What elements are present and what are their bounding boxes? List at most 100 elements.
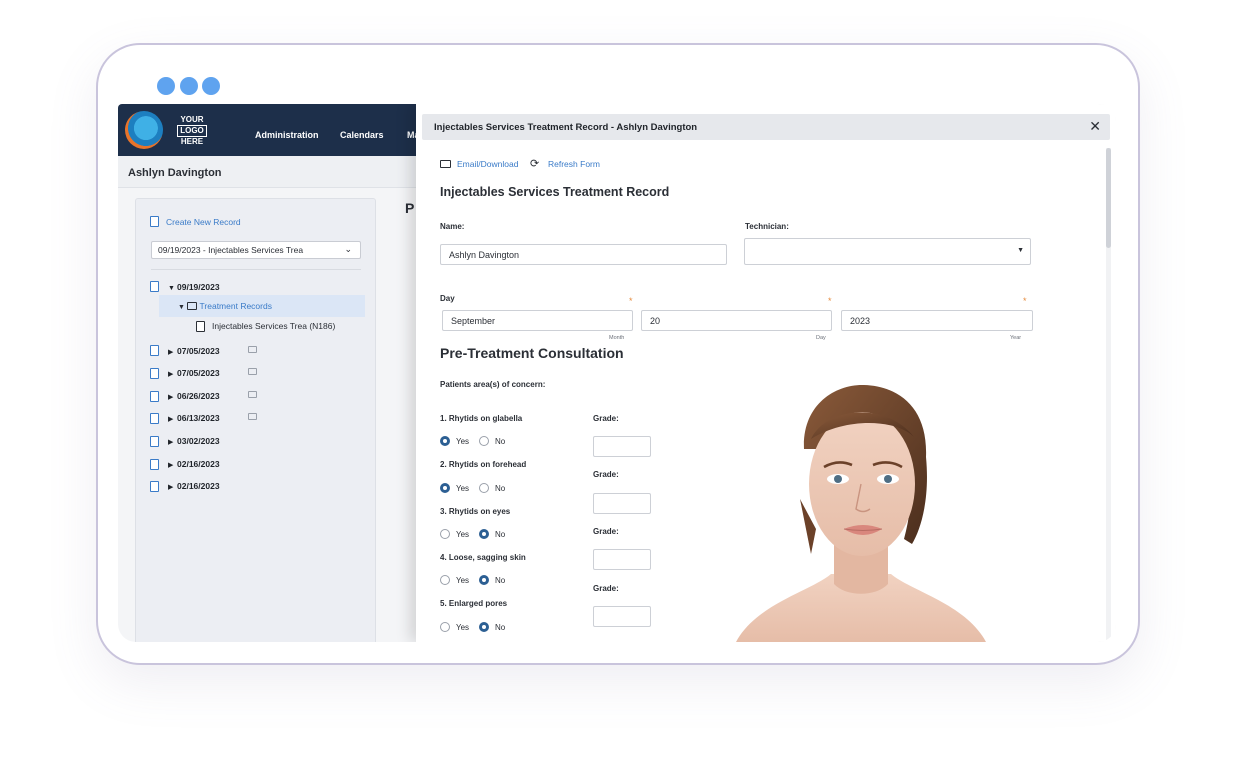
day-field[interactable]: 20 — [641, 310, 832, 331]
create-new-record-link[interactable]: Create New Record — [166, 217, 241, 227]
day-hint: Day — [816, 335, 826, 341]
envelope-icon — [440, 160, 451, 168]
scrollbar-thumb[interactable] — [1106, 148, 1111, 248]
tree-date-node[interactable]: ▶ 02/16/2023 — [168, 459, 220, 469]
no-radio[interactable] — [479, 575, 489, 585]
year-hint: Year — [1010, 335, 1022, 341]
grade-label: Grade: — [593, 584, 619, 593]
caret-down-icon: ▼ — [168, 285, 175, 292]
close-icon[interactable]: ✕ — [1089, 119, 1101, 135]
yes-radio[interactable] — [440, 622, 450, 632]
document-icon — [196, 321, 205, 332]
app-screen: YOUR LOGO HERE Administration Calendars … — [118, 104, 1116, 642]
name-field[interactable]: Ashlyn Davington — [440, 244, 727, 265]
caret-right-icon: ▶ — [168, 439, 174, 446]
document-icon — [150, 481, 159, 492]
question-label: 4. Loose, sagging skin — [440, 553, 526, 562]
refresh-icon: ⟳ — [530, 157, 540, 170]
tree-date-label: 07/05/2023 — [177, 368, 220, 378]
tree-date-node[interactable]: ▶ 07/05/2023 — [168, 346, 220, 356]
portrait-image — [736, 384, 986, 642]
no-radio[interactable] — [479, 529, 489, 539]
document-icon — [150, 436, 159, 447]
yes-radio[interactable] — [440, 575, 450, 585]
modal-title: Injectables Services Treatment Record - … — [434, 122, 698, 133]
month-value: September — [451, 316, 496, 326]
tree-folder-label: Treatment Records — [199, 301, 272, 311]
modal-header: Injectables Services Treatment Record - … — [422, 114, 1110, 140]
monitor-icon — [248, 368, 257, 375]
no-radio[interactable] — [479, 436, 489, 446]
logo-line: YOUR — [180, 115, 204, 124]
tree-date-node[interactable]: ▶ 03/02/2023 — [168, 436, 220, 446]
no-label: No — [495, 530, 506, 539]
caret-right-icon: ▶ — [168, 484, 174, 491]
document-icon — [150, 413, 159, 424]
caret-right-icon: ▶ — [168, 394, 174, 401]
yes-radio[interactable] — [440, 436, 450, 446]
document-icon — [150, 281, 159, 292]
caret-down-icon: ▼ — [178, 304, 185, 311]
technician-select[interactable]: ▼ — [744, 238, 1031, 265]
monitor-icon — [248, 391, 257, 398]
monitor-icon — [248, 346, 257, 353]
yes-radio[interactable] — [440, 483, 450, 493]
no-label: No — [495, 576, 506, 585]
tree-folder-node[interactable]: ▼ Treatment Records — [178, 301, 272, 311]
no-radio[interactable] — [479, 622, 489, 632]
grade-label: Grade: — [593, 414, 619, 423]
top-navbar: YOUR LOGO HERE Administration Calendars … — [118, 104, 420, 156]
form-title: Injectables Services Treatment Record — [440, 185, 670, 199]
year-value: 2023 — [850, 316, 871, 326]
grade-input[interactable] — [593, 549, 651, 570]
record-select-value: 09/19/2023 - Injectables Services Trea — [158, 245, 304, 255]
tree-date-node[interactable]: ▶ 07/05/2023 — [168, 368, 220, 378]
required-marker: * — [629, 296, 633, 306]
caret-right-icon: ▶ — [168, 416, 174, 423]
tree-date-node[interactable]: ▶ 06/26/2023 — [168, 391, 220, 401]
concern-label: Patients area(s) of concern: — [440, 380, 546, 389]
nav-calendars[interactable]: Calendars — [340, 130, 384, 140]
question-label: 5. Enlarged pores — [440, 599, 508, 608]
tree-date-node[interactable]: ▼ 09/19/2023 — [168, 282, 220, 292]
nav-administration[interactable]: Administration — [255, 130, 319, 140]
grade-input[interactable] — [593, 606, 651, 627]
name-value: Ashlyn Davington — [449, 250, 520, 260]
grade-input[interactable] — [593, 436, 651, 457]
tree-date-label: 03/02/2023 — [177, 436, 220, 446]
month-field[interactable]: September — [442, 310, 633, 331]
window-dot — [180, 77, 198, 95]
caret-down-icon: ▼ — [1017, 247, 1024, 254]
logo[interactable]: YOUR LOGO HERE — [176, 115, 208, 147]
patient-header: Ashlyn Davington — [118, 156, 418, 188]
no-radio[interactable] — [479, 483, 489, 493]
tree-date-label: 09/19/2023 — [177, 282, 220, 292]
refresh-form-link[interactable]: Refresh Form — [548, 159, 600, 169]
yes-radio[interactable] — [440, 529, 450, 539]
grade-label: Grade: — [593, 470, 619, 479]
tree-date-label: 06/13/2023 — [177, 413, 220, 423]
record-select[interactable]: 09/19/2023 - Injectables Services Trea ⌄ — [151, 241, 361, 259]
tree-date-node[interactable]: ▶ 06/13/2023 — [168, 413, 220, 423]
caret-right-icon: ▶ — [168, 371, 174, 378]
yes-label: Yes — [456, 437, 470, 446]
patient-name: Ashlyn Davington — [128, 167, 222, 179]
question-label: 1. Rhytids on glabella — [440, 414, 523, 423]
caret-right-icon: ▶ — [168, 349, 174, 356]
tree-date-label: 02/16/2023 — [177, 459, 220, 469]
tree-leaf-node[interactable]: Injectables Services Trea (N186) — [212, 321, 335, 331]
tree-date-node[interactable]: ▶ 02/16/2023 — [168, 481, 220, 491]
day-label: Day — [440, 294, 455, 303]
year-field[interactable]: 2023 — [841, 310, 1033, 331]
email-download-link[interactable]: Email/Download — [457, 159, 518, 169]
chevron-down-icon: ⌄ — [344, 244, 352, 254]
yes-label: Yes — [456, 623, 470, 632]
logo-line: LOGO — [177, 125, 207, 137]
document-icon — [150, 391, 159, 402]
window-dot — [157, 77, 175, 95]
grade-input[interactable] — [593, 493, 651, 514]
treatment-record-modal: Injectables Services Treatment Record - … — [416, 104, 1116, 642]
logo-line: HERE — [180, 137, 204, 146]
required-marker: * — [828, 296, 832, 306]
window-dot — [202, 77, 220, 95]
